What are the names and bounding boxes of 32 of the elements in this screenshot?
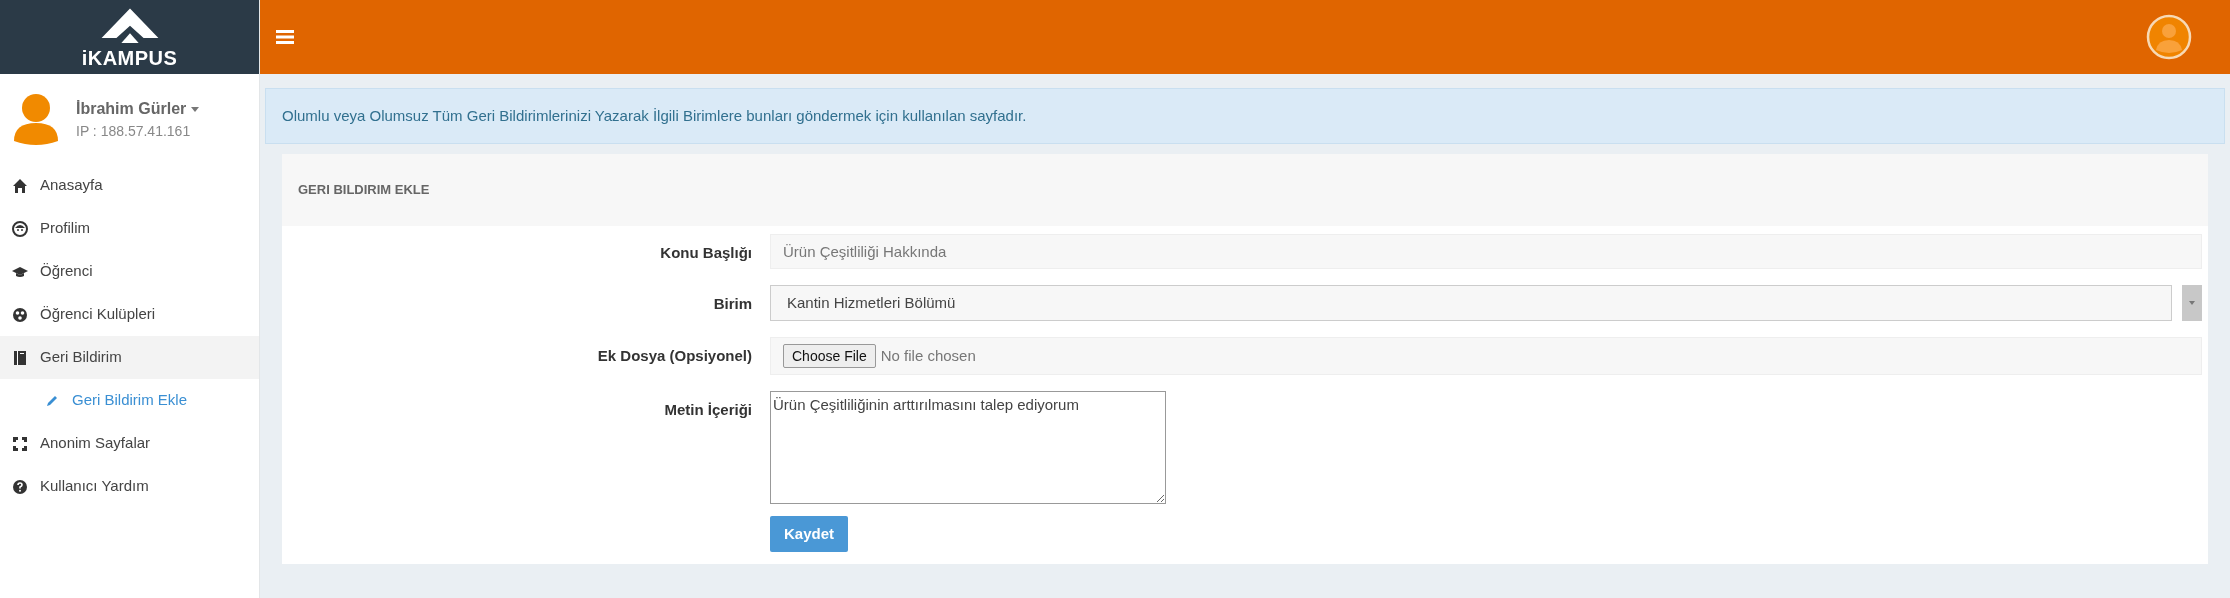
menu-item[interactable]: Anasayfa	[0, 164, 259, 207]
menu-item[interactable]: Kullanıcı Yardım	[0, 465, 259, 508]
user-avatar-icon	[12, 93, 60, 145]
book-icon	[12, 349, 28, 366]
menu-item[interactable]: Geri Bildirim	[0, 336, 259, 379]
brand-name: iKAMPUS	[81, 48, 178, 68]
caret-icon	[2189, 301, 2195, 305]
unit-dropdown[interactable]: Kantin Hizmetleri Bölümü	[770, 285, 2172, 321]
ip-address: IP : 188.57.41.161	[76, 121, 192, 141]
panel-title: GERI BILDIRIM EKLE	[298, 181, 430, 200]
message-textarea[interactable]: Ürün Çeşitliliğinin arttırılmasını talep ediyorum	[770, 391, 1166, 504]
caret-icon	[190, 106, 199, 112]
menu-icon[interactable]	[276, 30, 294, 44]
subject-field[interactable]: Ürün Çeşitliliği Hakkında	[770, 234, 2202, 269]
face-icon	[12, 220, 28, 237]
info-message: Olumlu veya Olumsuz Tüm Geri Bildirimlerinizi Yazarak İlgili Birimlere bunları göndermek için kullanılan sayfadır.	[265, 88, 2225, 144]
help-icon	[12, 478, 28, 495]
home-icon	[12, 177, 28, 194]
field-label: Ek Dosya (Opsiyonel)	[596, 346, 752, 366]
circle-dots-icon	[12, 306, 28, 323]
avatar-button-icon[interactable]	[2146, 14, 2192, 60]
frame-corners-icon	[12, 435, 28, 452]
field-label: Birim	[712, 294, 752, 314]
menu-item[interactable]: Öğrenci	[0, 250, 259, 293]
user-name[interactable]: İbrahim Gürler	[76, 96, 199, 121]
file-status: No file chosen	[880, 345, 976, 366]
menu-item[interactable]: Öğrenci Kulüpleri	[0, 293, 259, 336]
field-label: Metin İçeriği	[663, 400, 752, 420]
menu-item[interactable]: Profilim	[0, 207, 259, 250]
menu-item[interactable]: Anonim Sayfalar	[0, 422, 259, 465]
choose-file-button[interactable]: Choose File	[783, 344, 876, 368]
field-label: Konu Başlığı	[659, 243, 752, 263]
